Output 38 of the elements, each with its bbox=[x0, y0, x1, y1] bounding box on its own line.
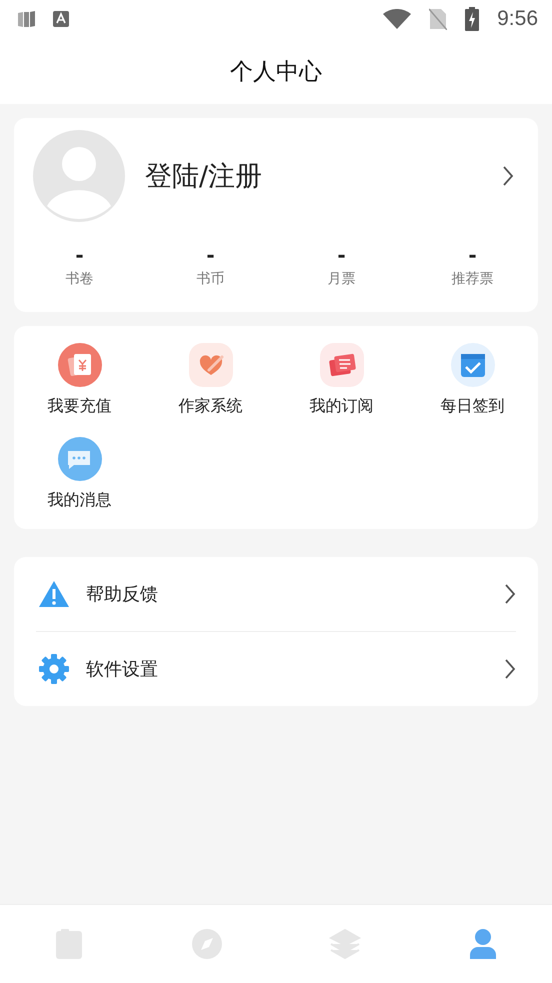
page-title: 个人中心 bbox=[230, 58, 322, 86]
stat-value: - bbox=[468, 244, 477, 266]
person-icon bbox=[470, 929, 496, 959]
shortcut-label[interactable]: 我要充值 bbox=[48, 396, 112, 417]
calendar-check-icon bbox=[450, 343, 494, 387]
stat-label: 书卷 bbox=[66, 270, 94, 288]
stat-label: 推荐票 bbox=[452, 270, 494, 288]
shortcut-label[interactable]: 我的订阅 bbox=[310, 396, 374, 417]
chevron-right-icon bbox=[502, 165, 514, 187]
shortcut-label[interactable]: 作家系统 bbox=[178, 396, 242, 417]
stat-value: - bbox=[206, 244, 215, 266]
avatar-icon[interactable] bbox=[33, 130, 125, 222]
battery-charging-icon bbox=[465, 7, 480, 31]
layers-icon bbox=[329, 929, 361, 959]
shortcut-label[interactable]: 我的消息 bbox=[48, 490, 112, 511]
menu-item-label[interactable]: 软件设置 bbox=[86, 657, 488, 681]
heart-pen-icon bbox=[188, 343, 232, 387]
book-stack-icon bbox=[18, 11, 35, 27]
book-icon bbox=[56, 929, 82, 959]
status-time: 9:56 bbox=[497, 7, 538, 31]
chevron-right-icon bbox=[504, 658, 516, 680]
shortcut-label[interactable]: 每日签到 bbox=[440, 396, 504, 417]
warning-icon bbox=[38, 580, 70, 608]
chat-bubble-icon bbox=[58, 437, 102, 481]
stat-value: - bbox=[75, 244, 84, 266]
chevron-right-icon bbox=[504, 583, 516, 605]
wifi-icon bbox=[383, 9, 412, 29]
wallet-icon bbox=[58, 343, 102, 387]
compass-icon bbox=[192, 929, 222, 959]
text-a-icon bbox=[53, 11, 69, 27]
menu-item-label[interactable]: 帮助反馈 bbox=[86, 582, 488, 606]
stat-label: 月票 bbox=[328, 270, 356, 288]
login-register-link[interactable]: 登陆/注册 bbox=[145, 158, 482, 194]
cards-icon bbox=[320, 343, 364, 387]
settings-icon bbox=[38, 653, 70, 685]
stat-label: 书币 bbox=[196, 270, 224, 288]
stat-value: - bbox=[337, 244, 346, 266]
no-sim-icon bbox=[429, 8, 448, 30]
